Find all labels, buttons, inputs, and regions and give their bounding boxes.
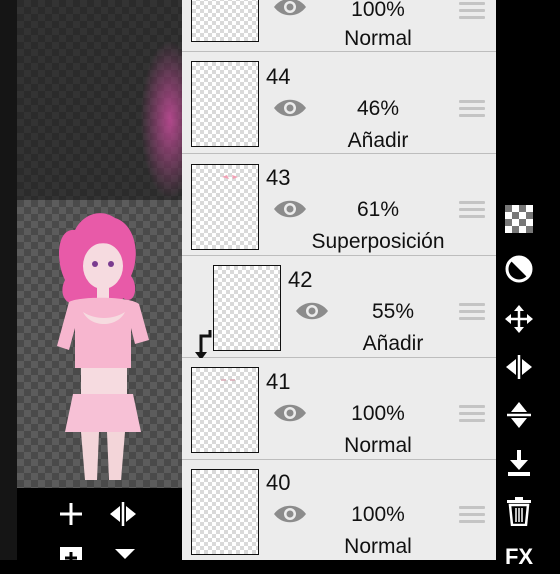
- flip-vertical-icon[interactable]: [502, 398, 536, 432]
- clipping-arrow-icon: [195, 330, 212, 360]
- layer-thumbnail[interactable]: [213, 265, 281, 351]
- layer-row[interactable]: 100% Normal: [182, 0, 496, 52]
- character-illustration: [57, 213, 149, 480]
- move-icon[interactable]: [502, 302, 536, 336]
- add-layer-copy-icon[interactable]: [55, 542, 87, 560]
- canvas-area[interactable]: [0, 0, 182, 560]
- layer-thumbnail[interactable]: [191, 61, 259, 147]
- layer-number: 44: [266, 64, 291, 89]
- layers-panel: 100% Normal 44 46% Añadir 43 61% Superpo…: [182, 0, 496, 560]
- canvas-toolbar: [17, 488, 182, 560]
- layer-thumbnail[interactable]: [191, 0, 259, 42]
- layer-number: 43: [266, 165, 291, 190]
- drag-handle-icon[interactable]: [459, 2, 485, 20]
- layer-row[interactable]: 44 46% Añadir: [182, 52, 496, 154]
- layer-thumbnail[interactable]: [191, 164, 259, 250]
- drag-handle-icon[interactable]: [459, 506, 485, 524]
- canvas-pink-glow: [140, 40, 182, 200]
- fx-icon[interactable]: FX: [502, 540, 536, 574]
- visibility-eye-icon[interactable]: [272, 0, 308, 18]
- layer-opacity[interactable]: 46%: [328, 97, 428, 121]
- layer-row[interactable]: 41 100% Normal: [182, 358, 496, 460]
- layer-actions-toolbar: FX: [496, 0, 560, 569]
- layer-opacity[interactable]: 100%: [328, 402, 428, 426]
- canvas-preview: [17, 200, 182, 488]
- layer-row-clipped[interactable]: 42 55% Añadir: [182, 256, 496, 360]
- drag-handle-icon[interactable]: [459, 201, 485, 219]
- visibility-eye-icon[interactable]: [272, 503, 308, 525]
- layer-opacity[interactable]: 55%: [343, 300, 443, 324]
- trash-icon[interactable]: [502, 494, 536, 528]
- layer-row[interactable]: 43 61% Superposición: [182, 154, 496, 256]
- drag-handle-icon[interactable]: [459, 100, 485, 118]
- visibility-eye-icon[interactable]: [294, 300, 330, 322]
- visibility-eye-icon[interactable]: [272, 402, 308, 424]
- layer-opacity[interactable]: 61%: [328, 198, 428, 222]
- layer-number: 42: [288, 267, 313, 292]
- drag-handle-icon[interactable]: [459, 303, 485, 321]
- chevron-down-icon[interactable]: [111, 544, 139, 560]
- fx-label: FX: [504, 544, 534, 569]
- layer-opacity[interactable]: 100%: [328, 0, 428, 22]
- layer-blend-mode[interactable]: Normal: [278, 27, 478, 51]
- layer-opacity[interactable]: 100%: [328, 503, 428, 527]
- flip-horizontal-icon[interactable]: [107, 498, 139, 530]
- flip-horizontal-icon[interactable]: [502, 350, 536, 384]
- transparency-checker-icon[interactable]: [502, 202, 536, 236]
- drag-handle-icon[interactable]: [459, 405, 485, 423]
- visibility-eye-icon[interactable]: [272, 198, 308, 220]
- merge-down-icon[interactable]: [502, 446, 536, 480]
- contrast-icon[interactable]: [502, 252, 536, 286]
- layer-thumbnail[interactable]: [191, 469, 259, 555]
- layer-blend-mode[interactable]: Normal: [278, 434, 478, 458]
- layer-number: 41: [266, 369, 291, 394]
- add-layer-icon[interactable]: [55, 498, 87, 530]
- layer-thumbnail[interactable]: [191, 367, 259, 453]
- layer-blend-mode[interactable]: Añadir: [278, 129, 478, 153]
- layer-blend-mode[interactable]: Superposición: [278, 230, 478, 254]
- layer-number: 40: [266, 470, 291, 495]
- layer-blend-mode[interactable]: Normal: [278, 535, 478, 559]
- visibility-eye-icon[interactable]: [272, 97, 308, 119]
- layer-row[interactable]: 40 100% Normal: [182, 460, 496, 560]
- layer-blend-mode[interactable]: Añadir: [293, 332, 493, 356]
